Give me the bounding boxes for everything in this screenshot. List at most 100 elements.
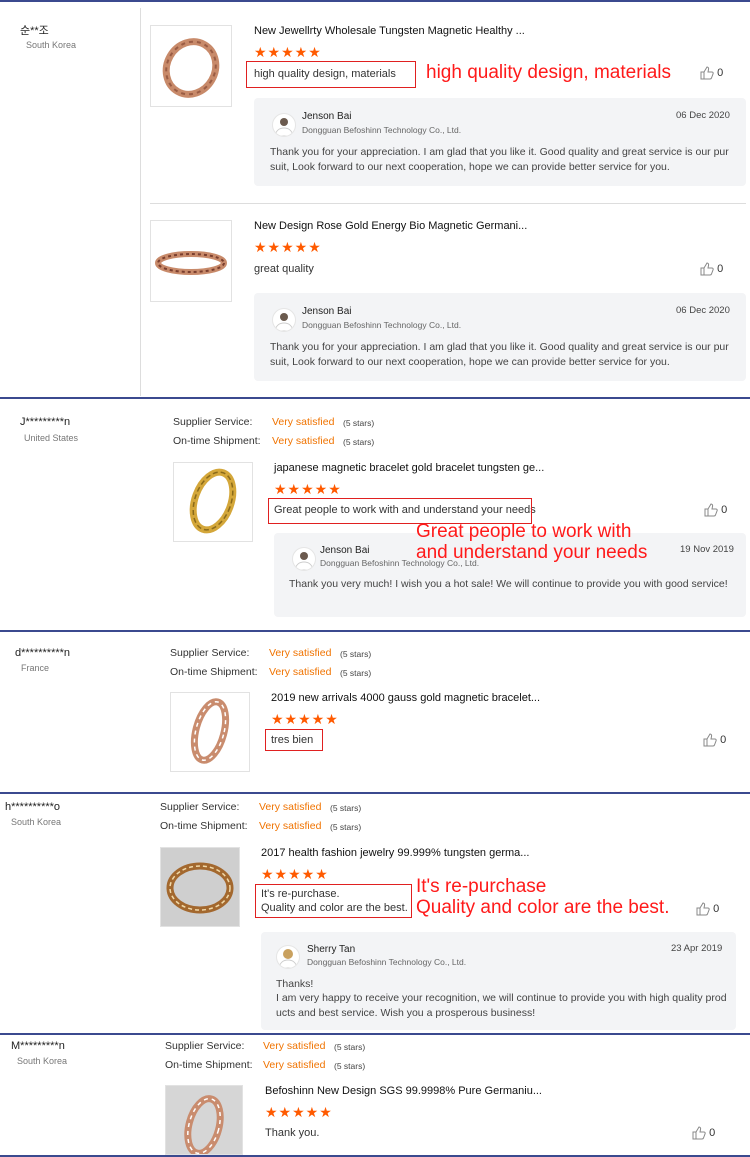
like-count: 0: [717, 262, 724, 275]
rating-stars: ★★★★★: [265, 1104, 333, 1120]
annotation-text-line1: Great people to work with: [416, 521, 632, 542]
thumbs-up-icon: [692, 1126, 706, 1140]
rating-stars: ★★★★★: [271, 711, 339, 727]
product-title[interactable]: japanese magnetic bracelet gold bracelet…: [274, 462, 544, 474]
reply-text: I am very happy to receive your recognit…: [276, 992, 727, 1019]
review-text: Thank you.: [265, 1127, 320, 1139]
bracelet-image: [161, 848, 239, 926]
reviewer-name: h**********o: [5, 801, 61, 813]
review-text: great quality: [254, 263, 314, 275]
reviewer-name: 순**조: [20, 25, 49, 37]
rating-stars: ★★★★★: [254, 44, 322, 60]
product-title[interactable]: 2017 health fashion jewelry 99.999% tung…: [261, 847, 529, 859]
product-title[interactable]: 2019 new arrivals 4000 gauss gold magnet…: [271, 692, 540, 704]
reply-text: Thank you very much! I wish you a hot sa…: [289, 578, 728, 590]
reviewer-country: France: [21, 663, 50, 673]
reviewer-name: J*********n: [20, 416, 71, 428]
reviewer-country: South Korea: [11, 817, 62, 827]
supplier-service-rating: Very satisfied: [269, 647, 332, 659]
like-count: 0: [721, 503, 728, 516]
section-divider: [0, 0, 750, 2]
shipment-label: On-time Shipment:: [173, 435, 261, 447]
bracelet-image: [190, 698, 230, 764]
like-button[interactable]: 0: [692, 1126, 715, 1140]
reply-text: Thank you for your appreciation. I am gl…: [270, 146, 729, 173]
reply-author: Jenson Bai: [302, 111, 352, 122]
like-button[interactable]: 0: [700, 262, 723, 276]
reply-date: 23 Apr 2019: [671, 943, 723, 954]
product-thumbnail[interactable]: [170, 692, 250, 772]
item-divider: [150, 203, 746, 204]
reviewer-country: United States: [24, 433, 79, 443]
rating-stars: ★★★★★: [254, 239, 322, 255]
section-divider: [0, 630, 750, 632]
shipment-stars: (5 stars): [340, 668, 372, 678]
avatar: [276, 945, 300, 969]
annotation-text-line2: and understand your needs: [416, 542, 648, 563]
thumbs-up-icon: [703, 733, 717, 747]
product-thumbnail[interactable]: [160, 847, 240, 927]
like-count: 0: [709, 1126, 716, 1139]
reply-company: Dongguan Befoshinn Technology Co., Ltd.: [302, 320, 462, 330]
reply-date: 19 Nov 2019: [680, 544, 734, 555]
like-button[interactable]: 0: [696, 902, 719, 916]
reply-date: 06 Dec 2020: [676, 305, 730, 316]
supplier-service-stars: (5 stars): [330, 803, 362, 813]
avatar: [272, 113, 296, 137]
product-thumbnail[interactable]: [150, 25, 232, 107]
person-icon: [278, 949, 298, 968]
person-icon: [294, 552, 314, 570]
supplier-service-label: Supplier Service:: [165, 1040, 245, 1052]
reply-company: Dongguan Befoshinn Technology Co., Ltd.: [307, 957, 467, 967]
highlight-box: [246, 61, 416, 88]
person-icon: [274, 118, 294, 136]
bracelet-image: [189, 468, 237, 534]
avatar: [272, 308, 296, 332]
rating-stars: ★★★★★: [274, 481, 342, 497]
product-title[interactable]: Befoshinn New Design SGS 99.9998% Pure G…: [265, 1085, 542, 1097]
reply-company: Dongguan Befoshinn Technology Co., Ltd.: [302, 125, 462, 135]
like-count: 0: [720, 733, 727, 746]
shipment-stars: (5 stars): [334, 1061, 366, 1071]
bracelet-image: [162, 38, 220, 98]
thumbs-up-icon: [704, 503, 718, 517]
shipment-label: On-time Shipment:: [160, 820, 248, 832]
supplier-reply: Jenson Bai Dongguan Befoshinn Technology…: [254, 98, 746, 186]
product-title[interactable]: New Jewellrty Wholesale Tungsten Magneti…: [254, 25, 525, 37]
annotation-text-line2: Quality and color are the best.: [416, 897, 670, 918]
supplier-service-stars: (5 stars): [340, 649, 372, 659]
thumbs-up-icon: [696, 902, 710, 916]
product-title[interactable]: New Design Rose Gold Energy Bio Magnetic…: [254, 220, 527, 232]
rating-stars: ★★★★★: [261, 866, 329, 882]
thumbs-up-icon: [700, 262, 714, 276]
supplier-reply: Jenson Bai Dongguan Befoshinn Technology…: [254, 293, 746, 381]
shipment-rating: Very satisfied: [259, 820, 322, 832]
supplier-service-rating: Very satisfied: [259, 801, 322, 813]
product-thumbnail[interactable]: [165, 1085, 243, 1155]
highlight-box: [265, 729, 323, 751]
thumbs-up-icon: [700, 66, 714, 80]
reviewer-country: South Korea: [26, 40, 77, 50]
person-icon: [274, 313, 294, 331]
avatar: [292, 547, 316, 571]
reply-date: 06 Dec 2020: [676, 110, 730, 121]
reviewer-country: South Korea: [17, 1056, 68, 1066]
annotation-text-line1: It's re-purchase: [416, 876, 547, 897]
supplier-service-label: Supplier Service:: [173, 416, 253, 428]
shipment-stars: (5 stars): [343, 437, 375, 447]
like-count: 0: [713, 902, 720, 915]
column-divider: [140, 8, 141, 396]
supplier-service-label: Supplier Service:: [170, 647, 250, 659]
section-divider: [0, 397, 750, 399]
like-button[interactable]: 0: [704, 503, 727, 517]
like-button[interactable]: 0: [703, 733, 726, 747]
reply-author: Jenson Bai: [302, 306, 352, 317]
product-thumbnail[interactable]: [173, 462, 253, 542]
shipment-rating: Very satisfied: [263, 1059, 326, 1071]
shipment-label: On-time Shipment:: [165, 1059, 253, 1071]
product-thumbnail[interactable]: [150, 220, 232, 302]
shipment-rating: Very satisfied: [272, 435, 335, 447]
bracelet-image: [166, 1086, 242, 1154]
like-button[interactable]: 0: [700, 66, 723, 80]
reviewer-name: d**********n: [15, 647, 71, 659]
